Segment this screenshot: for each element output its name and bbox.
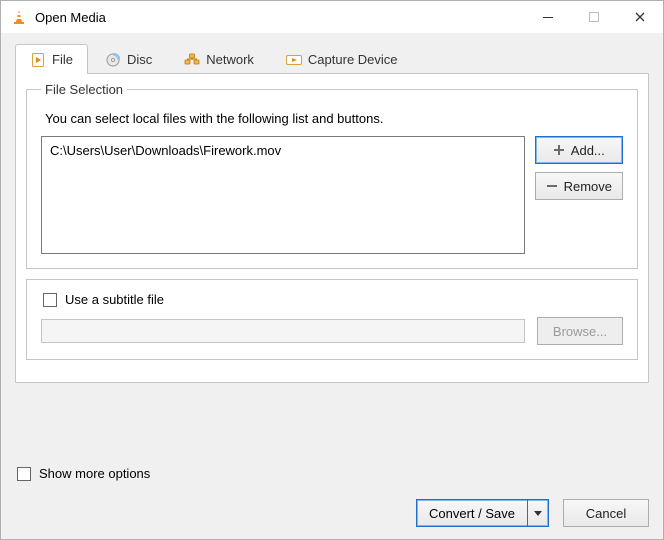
tab-network[interactable]: Network: [169, 44, 269, 74]
close-button[interactable]: [617, 1, 663, 33]
add-file-button[interactable]: Add...: [535, 136, 623, 164]
file-list-item[interactable]: C:\Users\User\Downloads\Firework.mov: [50, 143, 516, 158]
file-play-icon: [30, 52, 46, 68]
browse-button-label: Browse...: [553, 324, 607, 339]
disc-icon: [105, 52, 121, 68]
convert-save-split-button: Convert / Save: [416, 499, 549, 527]
browse-subtitle-button: Browse...: [537, 317, 623, 345]
minimize-icon: [543, 12, 553, 22]
titlebar: Open Media: [1, 1, 663, 33]
subtitle-group: Use a subtitle file Browse...: [26, 279, 638, 360]
tab-file[interactable]: File: [15, 44, 88, 74]
tab-label: Network: [206, 52, 254, 67]
plus-icon: [553, 144, 565, 156]
tab-capture-device[interactable]: Capture Device: [271, 44, 413, 74]
close-icon: [635, 12, 645, 22]
show-more-options-checkbox[interactable]: Show more options: [17, 466, 649, 481]
convert-save-button[interactable]: Convert / Save: [417, 500, 528, 526]
dialog-content: File Disc Network Capture Device File Se…: [1, 33, 663, 539]
vlc-cone-icon: [11, 9, 27, 25]
tab-label: File: [52, 52, 73, 67]
capture-device-icon: [286, 52, 302, 68]
add-button-label: Add...: [571, 143, 605, 158]
cancel-button[interactable]: Cancel: [563, 499, 649, 527]
tab-label: Disc: [127, 52, 152, 67]
remove-button-label: Remove: [564, 179, 612, 194]
convert-save-dropdown[interactable]: [528, 500, 548, 526]
checkbox-icon: [43, 293, 57, 307]
remove-file-button[interactable]: Remove: [535, 172, 623, 200]
tab-disc[interactable]: Disc: [90, 44, 167, 74]
use-subtitle-checkbox[interactable]: Use a subtitle file: [43, 292, 623, 307]
checkbox-icon: [17, 467, 31, 481]
file-list[interactable]: C:\Users\User\Downloads\Firework.mov: [41, 136, 525, 254]
file-selection-hint: You can select local files with the foll…: [45, 111, 623, 126]
tab-bar: File Disc Network Capture Device: [15, 44, 649, 74]
file-selection-legend: File Selection: [41, 82, 127, 97]
tab-panel-file: File Selection You can select local file…: [15, 73, 649, 383]
minimize-button[interactable]: [525, 1, 571, 33]
convert-save-label: Convert / Save: [429, 506, 515, 521]
file-selection-group: File Selection You can select local file…: [26, 82, 638, 269]
dialog-footer: Show more options Convert / Save Cancel: [15, 456, 649, 527]
maximize-button[interactable]: [571, 1, 617, 33]
subtitle-path-input: [41, 319, 525, 343]
tab-label: Capture Device: [308, 52, 398, 67]
show-more-options-label: Show more options: [39, 466, 150, 481]
cancel-button-label: Cancel: [586, 506, 626, 521]
network-icon: [184, 52, 200, 68]
maximize-icon: [589, 12, 599, 22]
use-subtitle-label: Use a subtitle file: [65, 292, 164, 307]
chevron-down-icon: [534, 511, 542, 516]
window-title: Open Media: [35, 10, 106, 25]
minus-icon: [546, 180, 558, 192]
